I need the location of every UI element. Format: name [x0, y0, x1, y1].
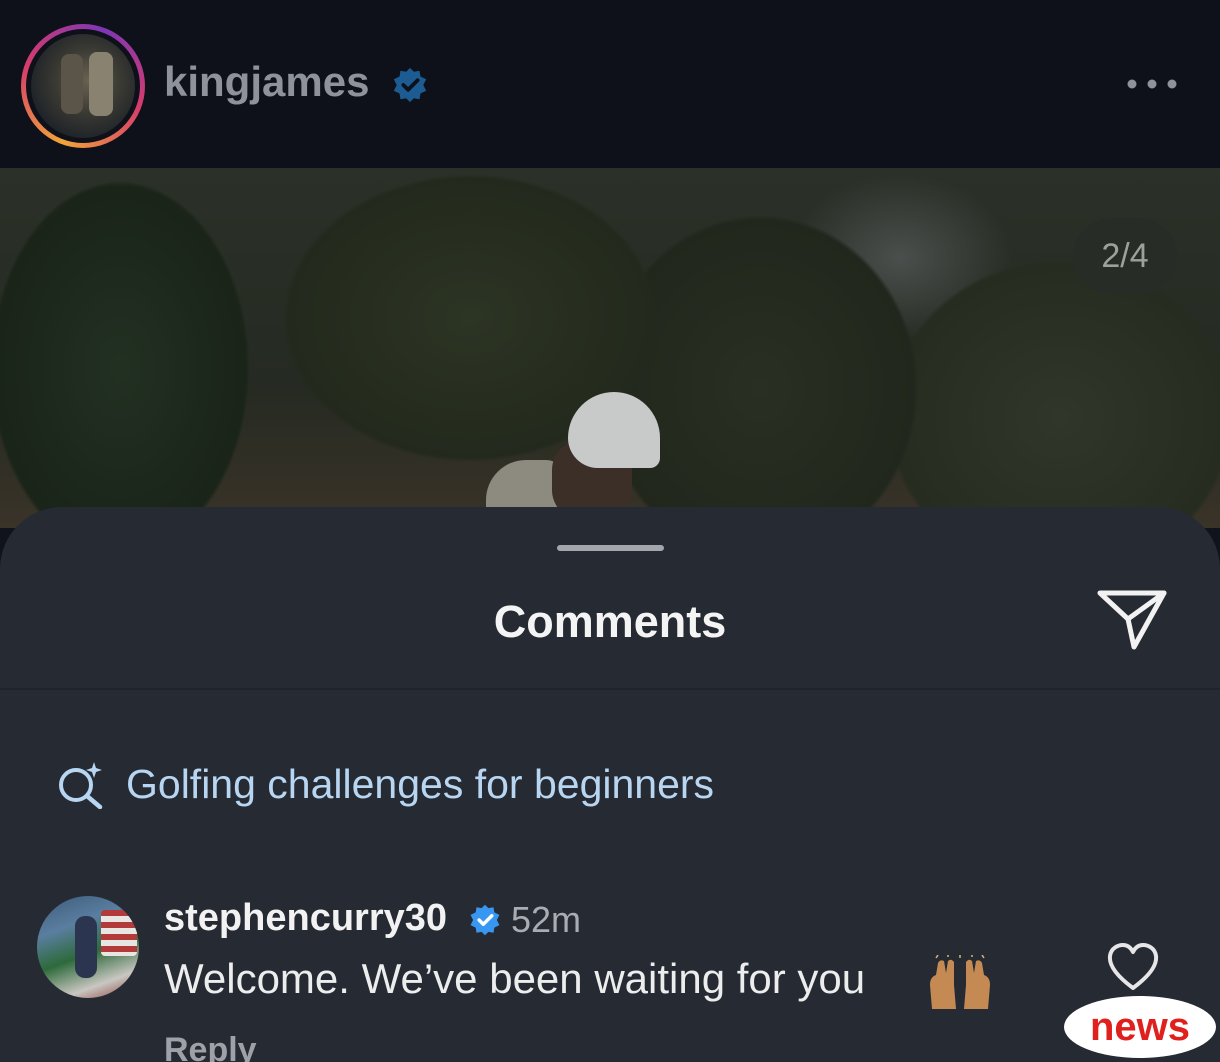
- image-counter: 2/4: [1073, 218, 1177, 294]
- heart-icon[interactable]: [1106, 942, 1160, 992]
- raising-hands-icon: [930, 955, 990, 1009]
- verified-badge-icon: [470, 904, 500, 936]
- send-icon[interactable]: [1096, 585, 1168, 653]
- header-divider: [0, 688, 1220, 690]
- search-suggestion[interactable]: Golfing challenges for beginners: [56, 756, 714, 812]
- comment-timestamp: 52m: [511, 899, 582, 940]
- story-avatar[interactable]: [21, 24, 145, 148]
- verified-badge-icon: [393, 67, 427, 103]
- avatar-photo: [31, 34, 135, 138]
- post-header: kingjames: [0, 0, 1220, 168]
- reply-link[interactable]: Reply: [164, 1031, 257, 1062]
- sheet-title: Comments: [493, 596, 727, 647]
- post-username[interactable]: kingjames: [164, 58, 369, 106]
- news-watermark: news: [1064, 996, 1216, 1058]
- comment-text: Welcome. We’ve been waiting for you: [164, 955, 866, 1002]
- sheet-drag-handle[interactable]: [557, 545, 664, 551]
- search-sparkle-icon: [59, 762, 103, 809]
- more-horizontal-icon[interactable]: [1126, 74, 1178, 94]
- commenter-avatar[interactable]: [37, 896, 139, 998]
- comment-username[interactable]: stephencurry30: [164, 897, 447, 940]
- suggestion-text: Golfing challenges for beginners: [126, 760, 715, 807]
